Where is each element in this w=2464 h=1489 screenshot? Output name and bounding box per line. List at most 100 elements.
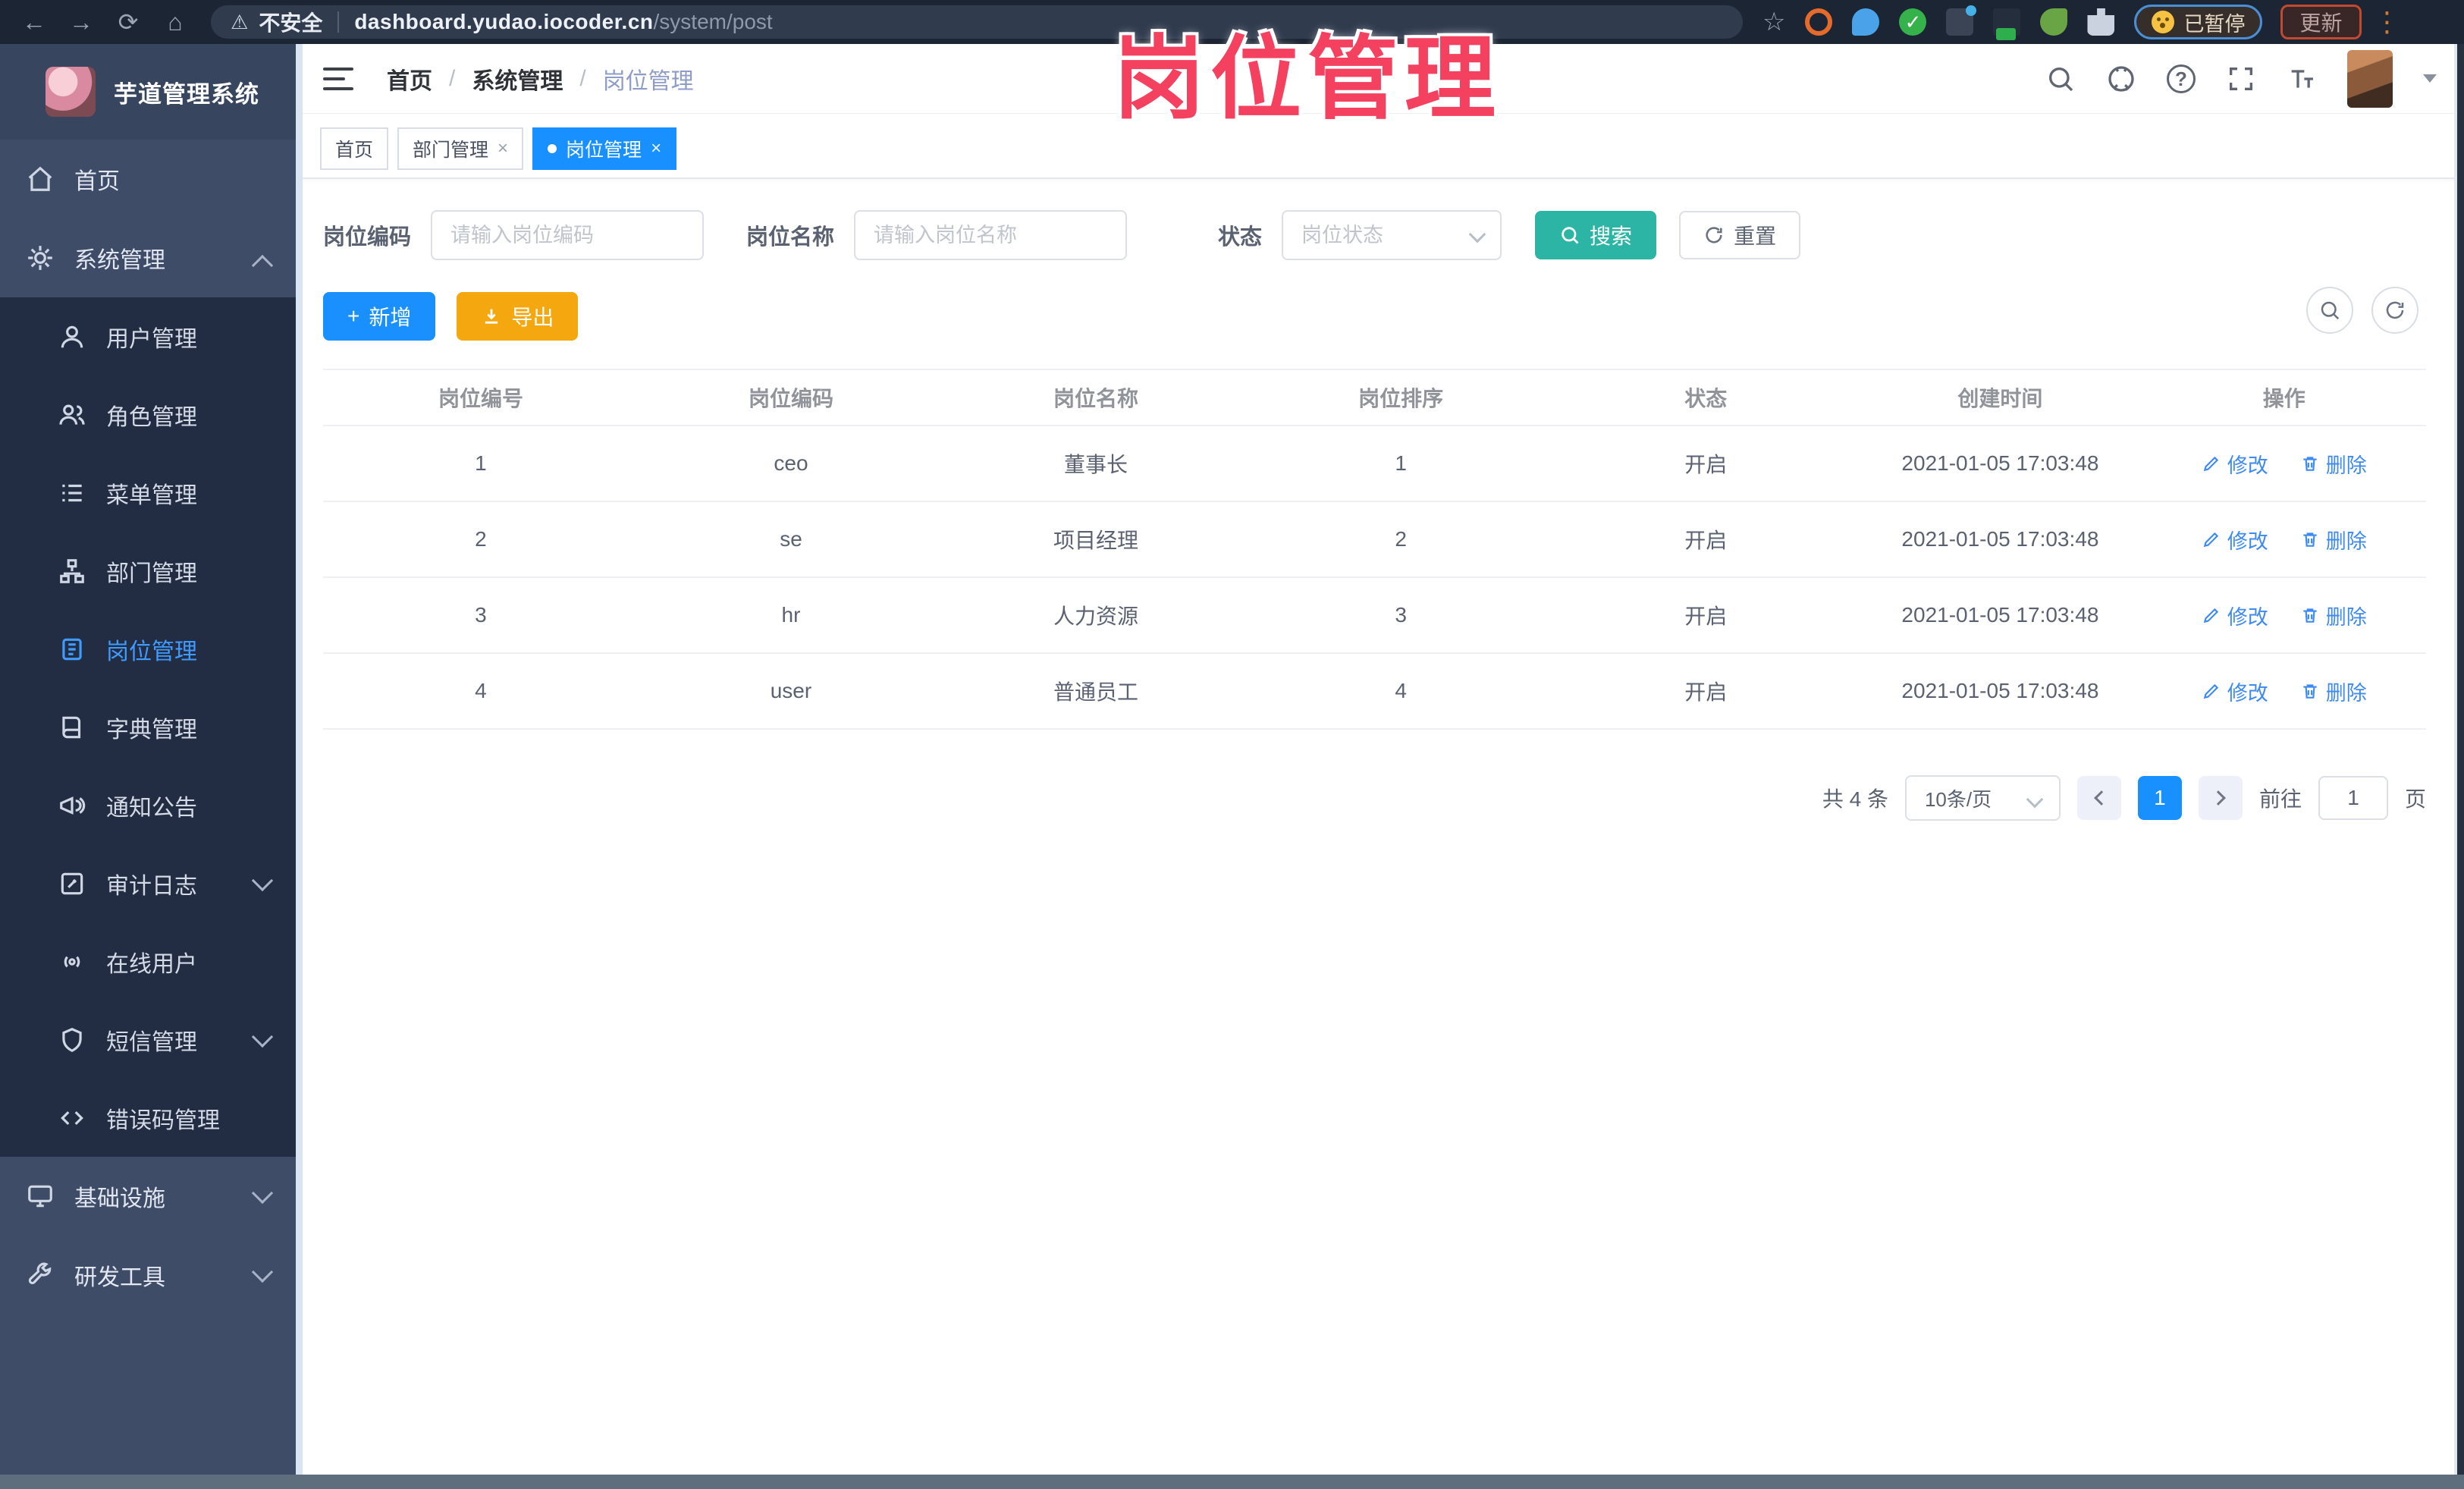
- page-size-select[interactable]: 10条/页: [1904, 775, 2061, 821]
- page-watermark-title: 岗位管理: [1113, 28, 1502, 130]
- trash-icon: [2303, 532, 2317, 547]
- book-icon: [62, 716, 81, 738]
- avatar-caret-icon[interactable]: [2423, 74, 2437, 83]
- breadcrumb-home[interactable]: 首页: [387, 62, 432, 96]
- extension-check-icon[interactable]: ✓: [1899, 8, 1927, 36]
- status-select-input[interactable]: [1282, 210, 1502, 260]
- next-page-button[interactable]: [2198, 776, 2243, 820]
- delete-link[interactable]: 删除: [2300, 449, 2367, 479]
- extension-ring-icon[interactable]: [1805, 8, 1833, 36]
- page-unit-label: 页: [2404, 787, 2426, 811]
- search-button[interactable]: 搜索: [1535, 211, 1657, 259]
- export-button[interactable]: 导出: [457, 292, 579, 341]
- profile-paused-button[interactable]: 已暂停: [2134, 5, 2263, 39]
- sidebar-item-error-code[interactable]: 错误码管理: [0, 1079, 296, 1157]
- sidebar-item-system-management[interactable]: 系统管理: [0, 218, 296, 297]
- tab-home[interactable]: 首页: [320, 127, 389, 170]
- sidebar-item-notice[interactable]: 通知公告: [0, 766, 296, 844]
- edit-link[interactable]: 修改: [2202, 449, 2268, 479]
- bookmark-star-icon[interactable]: ☆: [1762, 7, 1785, 37]
- magnifier-icon: [1562, 227, 1579, 244]
- address-bar[interactable]: ⚠ 不安全 dashboard.yudao.iocoder.cn /system…: [211, 5, 1743, 39]
- tab-dept-management[interactable]: 部门管理 ×: [397, 127, 524, 170]
- delete-link[interactable]: 删除: [2300, 525, 2367, 554]
- font-size-icon[interactable]: [2287, 64, 2317, 94]
- sidebar-item-audit-log[interactable]: 审计日志: [0, 844, 296, 922]
- wrench-icon: [28, 1262, 52, 1285]
- url-path: /system/post: [653, 10, 773, 33]
- post-name-input[interactable]: [854, 210, 1128, 260]
- delete-link[interactable]: 删除: [2300, 601, 2367, 630]
- extensions-puzzle-icon[interactable]: [2087, 8, 2115, 36]
- app-logo: [46, 67, 96, 117]
- goto-label: 前往: [2258, 787, 2302, 811]
- sidebar-item-sms-management[interactable]: 短信管理: [0, 1001, 296, 1079]
- delete-link[interactable]: 删除: [2300, 677, 2367, 706]
- current-page[interactable]: 1: [2137, 776, 2182, 820]
- sidebar-scrollbar[interactable]: [296, 44, 303, 1475]
- tab-post-management[interactable]: 岗位管理 ×: [532, 127, 677, 170]
- user-avatar[interactable]: [2347, 49, 2393, 108]
- sidebar-item-home[interactable]: 首页: [0, 140, 296, 218]
- sidebar-item-online-users[interactable]: 在线用户: [0, 922, 296, 1001]
- fullscreen-icon[interactable]: [2226, 64, 2256, 94]
- column-header: 岗位编码: [748, 387, 833, 410]
- sidebar-item-infrastructure[interactable]: 基础设施: [0, 1157, 296, 1236]
- users-icon: [59, 404, 85, 425]
- sidebar-item-menu-management[interactable]: 菜单管理: [0, 454, 296, 532]
- reset-button[interactable]: 重置: [1679, 211, 1801, 259]
- browser-reload-icon[interactable]: ⟳: [105, 8, 152, 36]
- browser-back-icon[interactable]: ←: [11, 8, 58, 36]
- sidebar-item-role-management[interactable]: 角色管理: [0, 375, 296, 454]
- edit-link[interactable]: 修改: [2202, 601, 2268, 630]
- toggle-search-button[interactable]: [2306, 287, 2353, 334]
- system-submenu: 用户管理 角色管理 菜单管理 部门管理 岗位管理 字典管理 通知公告 审计日志: [0, 297, 296, 1157]
- add-button[interactable]: + 新增: [323, 292, 436, 341]
- header-actions: ?: [2045, 49, 2437, 108]
- chevron-down-icon: [2026, 790, 2044, 809]
- hamburger-menu-icon[interactable]: [323, 67, 353, 90]
- status-select[interactable]: [1282, 210, 1502, 260]
- extension-pin-icon[interactable]: [1852, 8, 1880, 36]
- status-value: 开启: [1684, 605, 1728, 628]
- org-tree-icon: [60, 558, 84, 583]
- pencil-icon: [2203, 683, 2218, 699]
- help-icon[interactable]: ?: [2167, 64, 2196, 93]
- goto-page-input[interactable]: [2318, 776, 2388, 820]
- user-icon: [61, 325, 83, 347]
- extension-grid-icon[interactable]: [1946, 5, 1977, 36]
- extension-tag-icon[interactable]: [1993, 8, 2021, 40]
- edit-link[interactable]: 修改: [2202, 525, 2268, 554]
- edit-link[interactable]: 修改: [2202, 677, 2268, 706]
- app-logo-row[interactable]: 芋道管理系统: [0, 44, 296, 140]
- sidebar-item-dev-tools[interactable]: 研发工具: [0, 1236, 296, 1315]
- close-icon[interactable]: ×: [651, 138, 661, 159]
- not-secure-label: 不安全: [259, 11, 323, 35]
- sidebar-item-user-management[interactable]: 用户管理: [0, 297, 296, 375]
- browser-scrollbar[interactable]: [2454, 44, 2464, 1475]
- post-code-input[interactable]: [431, 210, 705, 260]
- browser-home-icon[interactable]: ⌂: [152, 8, 199, 36]
- search-icon[interactable]: [2045, 64, 2076, 94]
- monitor-icon: [28, 1185, 52, 1208]
- browser-menu-kebab-icon[interactable]: ⋮: [2374, 6, 2401, 38]
- shield-icon: [62, 1027, 82, 1052]
- breadcrumb-system[interactable]: 系统管理: [472, 62, 563, 96]
- pencil-icon: [2203, 456, 2218, 472]
- sidebar-item-dept-management[interactable]: 部门管理: [0, 532, 296, 610]
- close-icon[interactable]: ×: [498, 138, 508, 159]
- github-icon[interactable]: [2106, 64, 2136, 94]
- column-header: 操作: [2262, 387, 2305, 410]
- refresh-table-button[interactable]: [2371, 287, 2418, 334]
- posts-table: 岗位编号 岗位编码 岗位名称 岗位排序 状态 创建时间 操作 1 ceo 董事长…: [323, 369, 2426, 730]
- sidebar-item-dict-management[interactable]: 字典管理: [0, 688, 296, 766]
- table-row: 2 se 项目经理 2 开启 2021-01-05 17:03:48 修改 删除: [323, 502, 2426, 578]
- extension-plant-icon[interactable]: [2040, 8, 2068, 36]
- paused-label: 已暂停: [2183, 12, 2246, 36]
- status-value: 开启: [1684, 529, 1728, 552]
- browser-forward-icon[interactable]: →: [58, 8, 105, 36]
- browser-update-button[interactable]: 更新: [2280, 5, 2362, 39]
- column-header: 岗位编号: [438, 387, 523, 410]
- prev-page-button[interactable]: [2076, 776, 2121, 820]
- sidebar-item-post-management[interactable]: 岗位管理: [0, 610, 296, 688]
